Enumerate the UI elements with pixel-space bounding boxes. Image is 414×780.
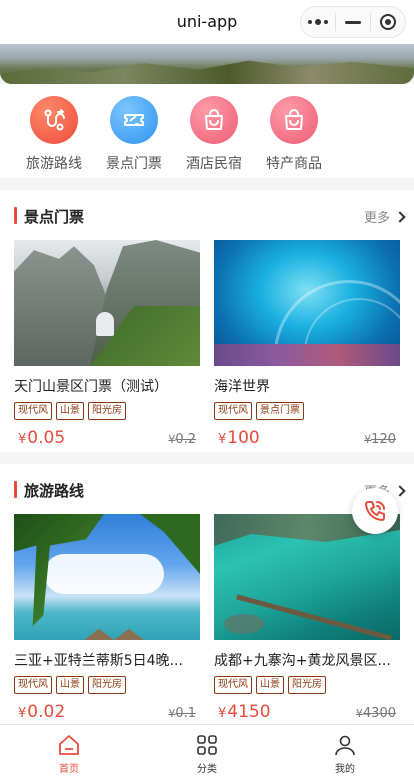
product-card[interactable]: 成都+九寨沟+黄龙风景区... 现代风 山景 阳光房 ¥4150 ¥4300 — [214, 514, 400, 728]
product-name: 成都+九寨沟+黄龙风景区... — [214, 653, 391, 669]
quick-link-label: 特产商品 — [266, 156, 322, 172]
product-tag: 现代风 — [214, 402, 252, 420]
page: uni-app 旅游路线 景点门票 酒店民宿 特产商品 景点门票 更多 天门山景… — [0, 0, 414, 780]
quick-link-label: 酒店民宿 — [186, 156, 242, 172]
product-price: ¥4150 — [218, 702, 271, 722]
section-tickets: 景点门票 更多 天门山景区门票（测试） 现代风 山景 阳光房 ¥0.05 ¥0.… — [0, 190, 414, 452]
minimize-button[interactable] — [336, 7, 370, 37]
quick-link-label: 旅游路线 — [26, 156, 82, 172]
product-price: ¥0.05 — [18, 428, 66, 448]
section-routes: 旅游路线 更多 三亚+亚特兰蒂斯5日4晚... 现代风 山景 阳光房 ¥0.02… — [0, 464, 414, 724]
chevron-right-icon — [394, 210, 406, 223]
tab-profile[interactable]: 我的 — [276, 725, 414, 780]
product-tag: 山景 — [56, 676, 84, 694]
navbar: uni-app — [0, 0, 414, 44]
product-tag: 现代风 — [14, 676, 52, 694]
section-title: 旅游路线 — [24, 482, 85, 500]
section-accent-bar — [14, 481, 17, 498]
chevron-right-icon — [394, 484, 406, 497]
home-icon — [59, 735, 79, 755]
more-dots-icon — [308, 19, 328, 25]
section-accent-bar — [14, 207, 17, 224]
call-button[interactable] — [352, 488, 398, 534]
original-price: ¥4300 — [355, 706, 396, 721]
original-price: ¥0.1 — [168, 706, 196, 721]
bag-icon — [270, 96, 318, 144]
phone-icon — [365, 501, 385, 521]
user-icon — [335, 735, 355, 756]
close-target-icon — [380, 14, 396, 30]
close-button[interactable] — [371, 7, 405, 37]
section-header: 景点门票 更多 — [0, 190, 414, 240]
route-icon — [30, 96, 78, 144]
quick-link-label: 景点门票 — [106, 156, 162, 172]
mini-program-capsule — [300, 6, 406, 38]
tab-label: 分类 — [197, 764, 217, 775]
quick-links: 旅游路线 景点门票 酒店民宿 特产商品 — [0, 84, 414, 178]
tab-label: 我的 — [335, 764, 355, 775]
product-tag: 阳光房 — [88, 676, 126, 694]
quick-link-hotels[interactable]: 酒店民宿 — [174, 84, 254, 178]
product-image — [214, 240, 400, 366]
tab-bar: 首页 分类 我的 — [0, 724, 414, 780]
product-tag: 阳光房 — [288, 676, 326, 694]
quick-link-specialty[interactable]: 特产商品 — [254, 84, 334, 178]
product-tag: 现代风 — [14, 402, 52, 420]
product-tag: 山景 — [256, 676, 284, 694]
quick-link-routes[interactable]: 旅游路线 — [14, 84, 94, 178]
product-name: 三亚+亚特兰蒂斯5日4晚... — [14, 653, 183, 669]
product-tag: 现代风 — [214, 676, 252, 694]
product-image — [14, 514, 200, 640]
product-card[interactable]: 三亚+亚特兰蒂斯5日4晚... 现代风 山景 阳光房 ¥0.02 ¥0.1 — [14, 514, 200, 728]
tab-category[interactable]: 分类 — [138, 725, 276, 780]
original-price: ¥120 — [364, 432, 396, 447]
product-image — [14, 240, 200, 366]
product-name: 海洋世界 — [214, 379, 270, 395]
more-label: 更多 — [363, 211, 390, 226]
product-tag: 景点门票 — [256, 402, 304, 420]
ticket-icon — [110, 96, 158, 144]
product-card[interactable]: 天门山景区门票（测试） 现代风 山景 阳光房 ¥0.05 ¥0.2 — [14, 240, 200, 454]
section-title: 景点门票 — [24, 208, 85, 226]
minimize-icon — [345, 20, 361, 24]
more-menu-button[interactable] — [301, 7, 335, 37]
original-price: ¥0.2 — [168, 432, 196, 447]
tab-home[interactable]: 首页 — [0, 725, 138, 780]
top-banner[interactable] — [0, 44, 414, 84]
product-tag: 阳光房 — [88, 402, 126, 420]
more-link[interactable]: 更多 — [363, 207, 406, 226]
category-icon — [197, 735, 217, 755]
bag-icon — [190, 96, 238, 144]
product-card[interactable]: 海洋世界 现代风 景点门票 ¥100 ¥120 — [214, 240, 400, 454]
tab-label: 首页 — [59, 764, 79, 775]
quick-link-tickets[interactable]: 景点门票 — [94, 84, 174, 178]
product-price: ¥100 — [218, 428, 260, 448]
product-tag: 山景 — [56, 402, 84, 420]
product-price: ¥0.02 — [18, 702, 66, 722]
product-name: 天门山景区门票（测试） — [14, 379, 168, 395]
